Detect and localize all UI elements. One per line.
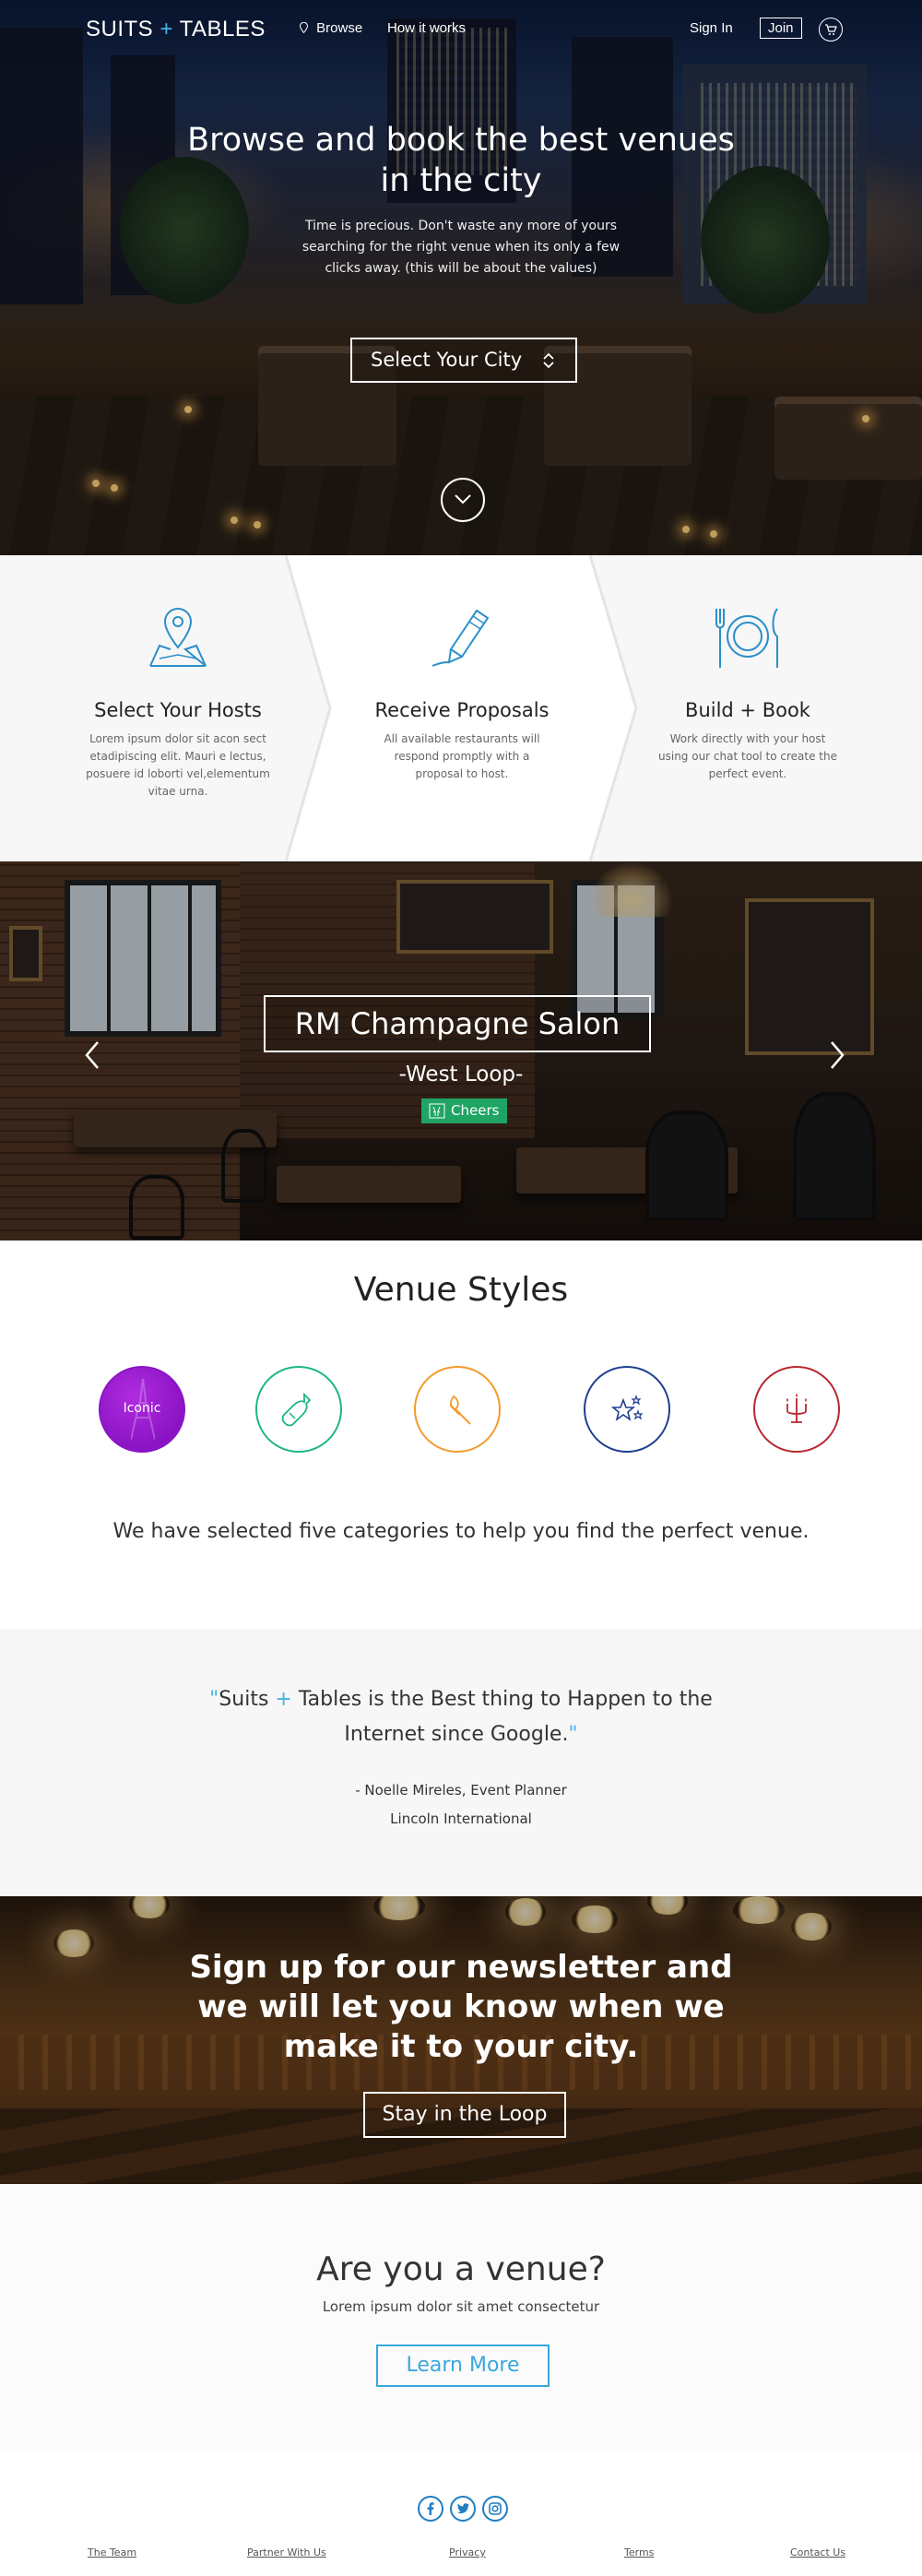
map-pin-icon — [300, 22, 308, 33]
footer: The Team Partner With Us Privacy Terms C… — [0, 2451, 922, 2576]
quote-mark-close: " — [568, 1723, 578, 1746]
style-starry[interactable] — [584, 1366, 670, 1453]
cheers-glasses-icon — [429, 1103, 445, 1119]
match-flame-icon — [449, 1395, 471, 1425]
footer-link-terms[interactable]: Terms — [624, 2546, 654, 2558]
style-classic[interactable] — [753, 1366, 840, 1453]
featured-venue-name[interactable]: RM Champagne Salon — [264, 995, 651, 1052]
quote-plus: + — [275, 1688, 292, 1711]
style-firefly[interactable] — [414, 1366, 501, 1453]
cart-button[interactable] — [819, 18, 843, 42]
hero-subtitle: Time is precious. Don't waste any more o… — [301, 219, 621, 276]
city-select-dropdown[interactable]: Select Your City — [350, 338, 577, 383]
quote-text-part: Suits — [219, 1688, 276, 1711]
nav-browse-link[interactable]: Browse — [300, 20, 362, 36]
testimonial-organization: Lincoln International — [390, 1810, 532, 1827]
step-title: Build + Book — [685, 699, 810, 721]
nav-browse-label: Browse — [316, 20, 363, 36]
step-text: Lorem ipsum dolor sit acon sect etadipis… — [86, 732, 270, 798]
chevron-left-icon — [85, 1041, 99, 1069]
step-text: All available restaurants will respond p… — [384, 732, 540, 780]
chevron-down-icon — [455, 494, 471, 505]
venue-style-badge[interactable]: Cheers — [421, 1098, 507, 1123]
featured-venue-carousel: RM Champagne Salon -West Loop- Cheers — [0, 861, 922, 1241]
stay-in-the-loop-button[interactable]: Stay in the Loop — [363, 2092, 566, 2138]
twitter-link[interactable] — [450, 2496, 476, 2522]
venue-cta-subtitle: Lorem ipsum dolor sit amet consectetur — [322, 2298, 600, 2315]
logo-word-suits: SUITS — [86, 17, 154, 42]
champagne-bottle-icon — [281, 1392, 312, 1427]
quote-text-part: Tables is the Best thing to Happen to th… — [291, 1688, 713, 1746]
hero-title: Browse and book the best venues in the c… — [187, 122, 735, 199]
featured-venue-area: -West Loop- — [398, 1062, 524, 1086]
pencil-icon — [431, 609, 490, 667]
chevron-right-icon — [831, 1041, 845, 1069]
footer-link-partner[interactable]: Partner With Us — [247, 2546, 326, 2558]
venue-cta-section: Are you a venue? Lorem ipsum dolor sit a… — [0, 2184, 922, 2451]
map-location-icon — [149, 607, 207, 667]
instagram-link[interactable] — [482, 2496, 508, 2522]
venue-cta-title: Are you a venue? — [316, 2250, 606, 2288]
carousel-next-button[interactable] — [826, 1039, 848, 1072]
scroll-down-button[interactable] — [441, 478, 485, 522]
quote-mark-open: " — [209, 1688, 219, 1711]
updown-chevron-icon — [543, 352, 554, 369]
step-title: Receive Proposals — [374, 699, 550, 721]
testimonial-quote: "Suits + Tables is the Best thing to Hap… — [184, 1682, 738, 1752]
step-text: Work directly with your host using our c… — [658, 732, 837, 780]
twitter-icon — [456, 2503, 469, 2514]
logo-word-tables: TABLES — [179, 17, 266, 42]
step-title: Select Your Hosts — [94, 699, 262, 721]
stars-icon — [610, 1395, 644, 1421]
testimonial-author: - Noelle Mireles, Event Planner — [355, 1782, 567, 1798]
venue-style-badge-label: Cheers — [451, 1102, 500, 1119]
city-select-label: Select Your City — [371, 349, 523, 371]
venue-styles-description: We have selected five categories to help… — [112, 1520, 810, 1543]
facebook-icon — [427, 2502, 434, 2515]
nav-how-it-works-link[interactable]: How it works — [387, 20, 466, 36]
logo[interactable]: SUITS + TABLES — [86, 17, 266, 42]
venue-styles-title: Venue Styles — [353, 1271, 569, 1309]
hero-section: SUITS + TABLES Browse How it works Sign … — [0, 0, 922, 555]
how-it-works-steps: Select Your Hosts Lorem ipsum dolor sit … — [0, 555, 922, 861]
plate-cutlery-icon — [715, 608, 778, 668]
nav-sign-in-link[interactable]: Sign In — [690, 20, 733, 36]
facebook-link[interactable] — [418, 2496, 443, 2522]
style-cheers[interactable] — [255, 1366, 342, 1453]
footer-link-contact[interactable]: Contact Us — [790, 2546, 845, 2558]
learn-more-button[interactable]: Learn More — [376, 2345, 550, 2387]
footer-link-privacy[interactable]: Privacy — [449, 2546, 486, 2558]
carousel-prev-button[interactable] — [81, 1039, 103, 1072]
cart-icon — [825, 24, 837, 35]
newsletter-title: Sign up for our newsletter and we will l… — [189, 1949, 733, 2065]
testimonial-section: "Suits + Tables is the Best thing to Hap… — [0, 1629, 922, 1896]
style-iconic-label: Iconic — [123, 1401, 161, 1416]
logo-plus: + — [160, 17, 173, 42]
nav-join-button[interactable]: Join — [760, 18, 802, 39]
style-iconic[interactable]: Iconic — [99, 1366, 185, 1453]
footer-link-team[interactable]: The Team — [88, 2546, 136, 2558]
newsletter-section: Sign up for our newsletter and we will l… — [0, 1896, 922, 2184]
instagram-icon — [489, 2502, 502, 2515]
candelabra-icon — [786, 1394, 807, 1423]
top-nav: SUITS + TABLES Browse How it works Sign … — [0, 0, 922, 59]
